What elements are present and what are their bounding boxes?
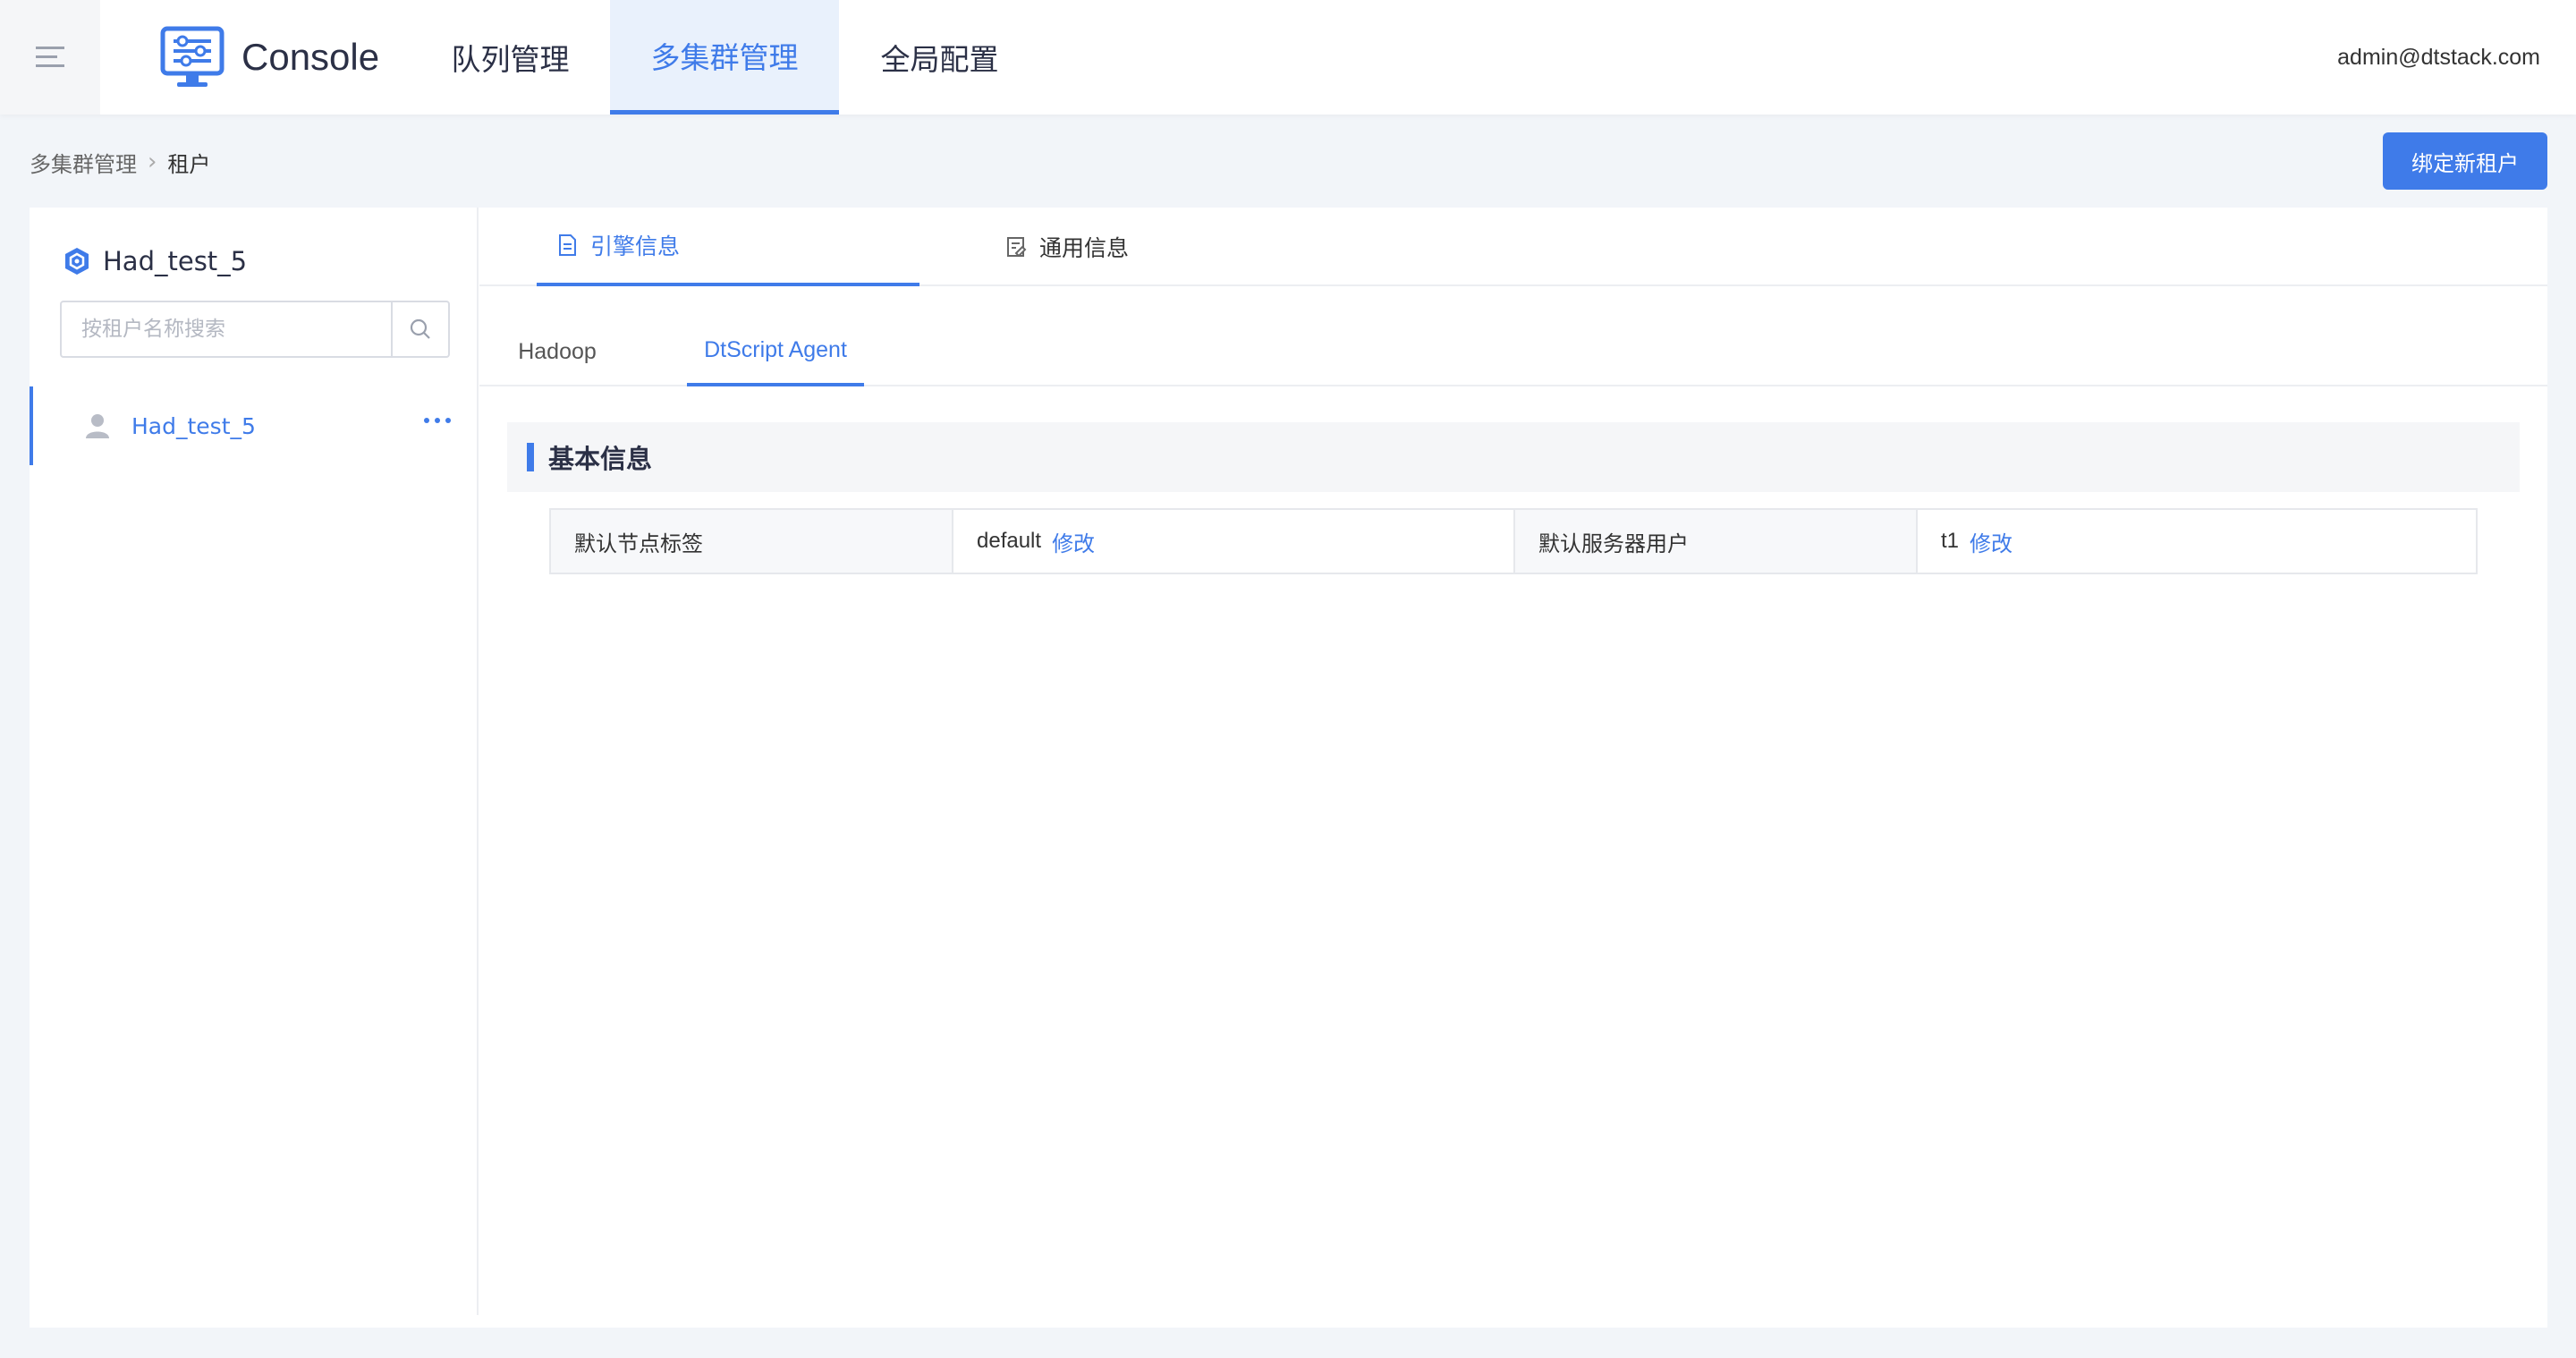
search-icon [410, 318, 430, 339]
edit-node-tag-link[interactable]: 修改 [1052, 526, 1095, 557]
tenant-search-input[interactable] [62, 302, 391, 356]
tenant-header: Had_test_5 [62, 243, 247, 279]
tenant-header-title: Had_test_5 [103, 246, 248, 276]
top-navbar: Console 队列管理 多集群管理 全局配置 admin@dtstack.co… [0, 0, 2576, 115]
bind-new-tenant-button[interactable]: 绑定新租户 [2383, 132, 2547, 190]
menu-icon [36, 47, 64, 67]
field-value-default-node-tag: default 修改 [953, 510, 1515, 573]
nav-tab-multi-cluster[interactable]: 多集群管理 [610, 0, 839, 115]
tab-hadoop[interactable]: Hadoop [508, 317, 606, 386]
nav-tab-queue[interactable]: 队列管理 [428, 0, 593, 115]
breadcrumb-item-multi-cluster[interactable]: 多集群管理 [30, 147, 137, 178]
tenant-search [60, 301, 450, 358]
main-panel: Had_test_5 Had_test_5 [30, 208, 2547, 1328]
menu-toggle-button[interactable] [0, 0, 100, 115]
field-value-default-server-user: t1 修改 [1918, 510, 2476, 573]
document-icon [559, 234, 576, 256]
chevron-right-icon: › [148, 149, 157, 175]
engine-tabs: Hadoop DtScript Agent [479, 286, 2547, 386]
tab-general-info-label: 通用信息 [1039, 235, 1130, 261]
edit-server-user-link[interactable]: 修改 [1970, 526, 2012, 557]
nav-tab-global-config[interactable]: 全局配置 [857, 0, 1022, 115]
tab-general-info[interactable]: 通用信息 [975, 208, 1154, 286]
primary-tabs: 引擎信息 通用信息 [479, 208, 2547, 286]
breadcrumb-item-tenant: 租户 [167, 151, 211, 177]
more-options-icon[interactable] [421, 412, 453, 429]
console-monitor-icon [160, 26, 225, 87]
breadcrumb: 多集群管理 › 租户 [30, 143, 210, 181]
section-accent-bar [527, 443, 534, 471]
section-header: 基本信息 [507, 422, 2520, 492]
user-account[interactable]: admin@dtstack.com [2337, 0, 2540, 115]
tab-engine-info[interactable]: 引擎信息 [537, 208, 919, 286]
tenant-detail: 引擎信息 通用信息 Hadoop DtScript Agent 基本信息 默认节… [479, 208, 2547, 1328]
tab-dtscript-agent[interactable]: DtScript Agent [687, 317, 864, 386]
shield-icon [65, 248, 89, 275]
default-server-user-value: t1 [1941, 529, 1960, 553]
search-button[interactable] [391, 302, 448, 356]
field-label-default-node-tag: 默认节点标签 [551, 510, 953, 573]
field-label-default-server-user: 默认服务器用户 [1515, 510, 1918, 573]
edit-document-icon [1007, 237, 1027, 258]
tab-engine-info-label: 引擎信息 [590, 233, 681, 259]
brand-logo[interactable]: Console [159, 25, 379, 89]
default-node-tag-value: default [977, 529, 1042, 553]
basic-info-table: 默认节点标签 default 修改 默认服务器用户 t1 修改 [549, 508, 2478, 574]
brand-title: Console [242, 36, 380, 78]
tenant-list-item[interactable]: Had_test_5 [30, 386, 477, 465]
user-icon [86, 414, 109, 438]
section-title: 基本信息 [548, 444, 653, 474]
tenant-sidebar: Had_test_5 Had_test_5 [30, 208, 479, 1315]
tenant-list-item-name: Had_test_5 [131, 412, 256, 439]
